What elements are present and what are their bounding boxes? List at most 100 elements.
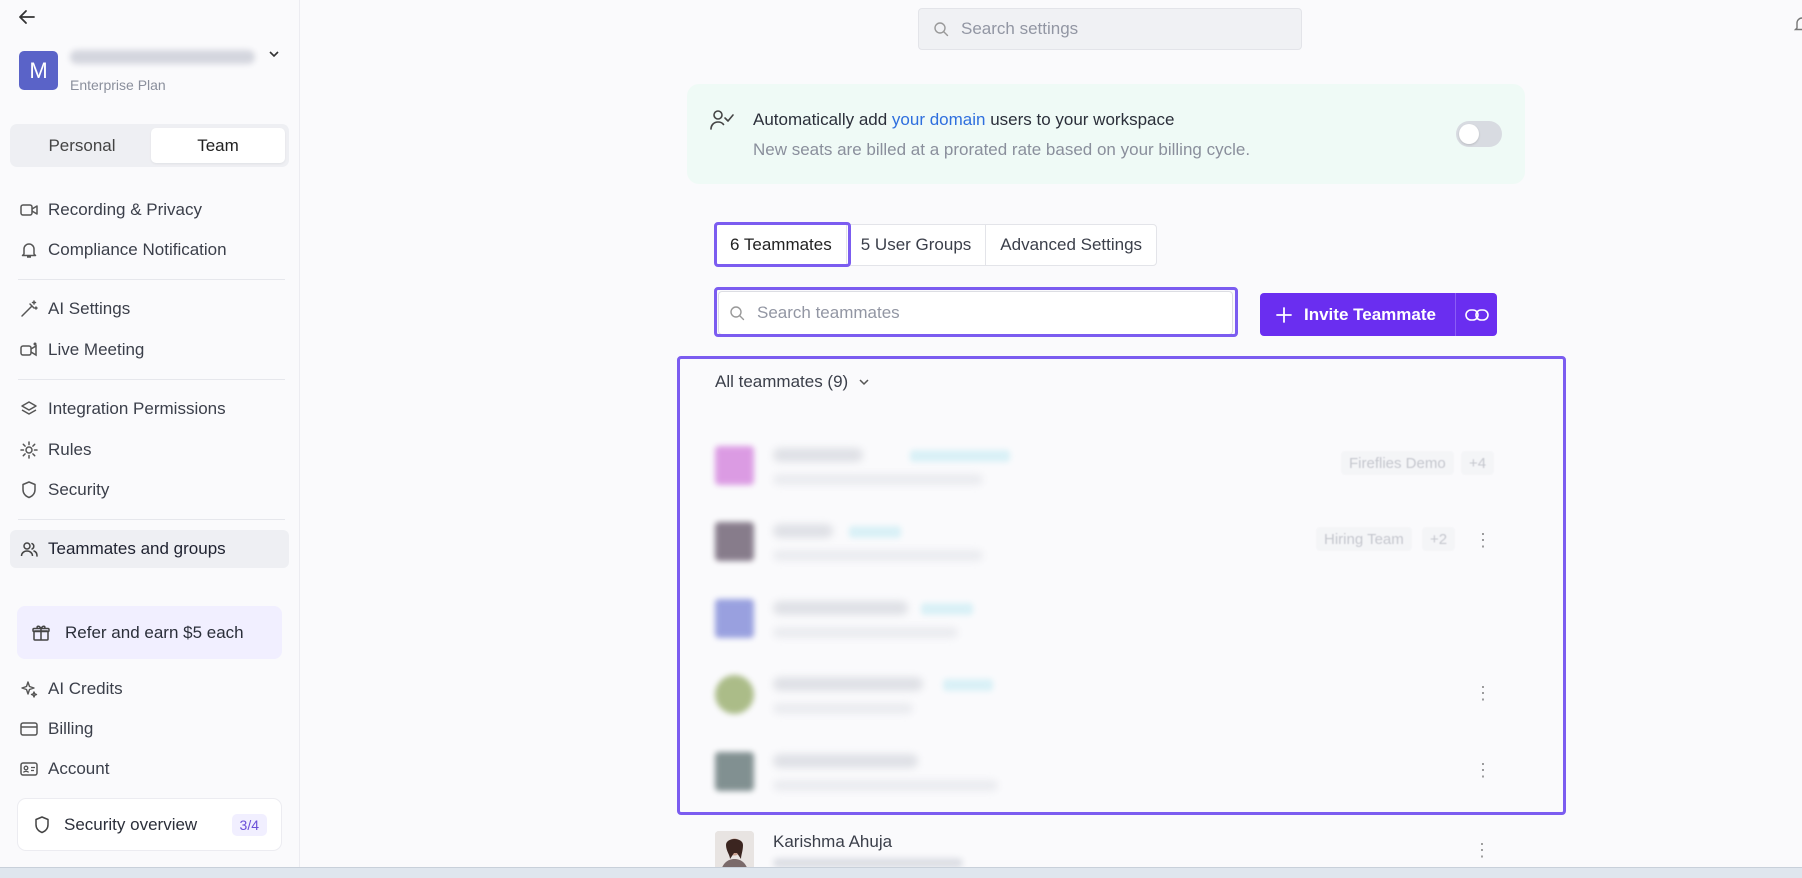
teammate-email-blurred	[773, 780, 998, 791]
table-row[interactable]: ⋮	[715, 667, 1501, 729]
auto-add-toggle[interactable]	[1456, 121, 1502, 147]
segment-team[interactable]: Team	[151, 128, 285, 163]
bell-icon	[19, 240, 39, 260]
tab-advanced-settings[interactable]: Advanced Settings	[986, 225, 1156, 265]
account-email-blurred[interactable]	[70, 50, 255, 64]
user-check-icon	[709, 108, 735, 137]
teammate-search-input[interactable]	[755, 302, 1195, 324]
sidebar-item-label: AI Settings	[48, 299, 131, 318]
more-options-icon[interactable]: ⋮	[1473, 758, 1493, 782]
all-teammates-label: All teammates (9)	[715, 372, 849, 391]
table-row[interactable]	[715, 591, 1501, 653]
sidebar-item-teammates-groups[interactable]: Teammates and groups	[10, 530, 289, 568]
sidebar-item-billing[interactable]: Billing	[10, 710, 289, 748]
banner-title-prefix: Automatically add	[753, 110, 892, 129]
chevron-down-icon[interactable]	[268, 48, 280, 63]
personal-team-switch: Personal Team	[10, 124, 289, 167]
sparkle-icon	[19, 679, 39, 699]
invite-teammate-label: Invite Teammate	[1304, 304, 1436, 324]
account-avatar[interactable]: M	[19, 51, 58, 90]
your-domain-link[interactable]: your domain	[892, 110, 986, 129]
teammate-search[interactable]	[718, 291, 1233, 335]
invite-teammate-button[interactable]: Invite Teammate	[1260, 293, 1497, 336]
avatar	[715, 599, 754, 638]
banner-title-suffix: users to your workspace	[985, 110, 1175, 129]
sidebar-item-label: Recording & Privacy	[48, 200, 203, 219]
avatar	[715, 675, 754, 714]
plus-icon	[1276, 306, 1292, 323]
sidebar-item-ai-credits[interactable]: AI Credits	[10, 670, 289, 708]
sidebar-item-ai-settings[interactable]: AI Settings	[10, 290, 289, 328]
sidebar-item-security[interactable]: Security	[10, 471, 289, 509]
banner-subtitle: New seats are billed at a prorated rate …	[753, 140, 1251, 159]
chevron-down-icon	[858, 376, 870, 388]
notification-bell-icon[interactable]	[1790, 14, 1802, 39]
tab-user-groups[interactable]: 5 User Groups	[847, 225, 987, 265]
teammate-email-blurred	[773, 474, 983, 485]
layers-icon	[19, 399, 39, 419]
segment-personal[interactable]: Personal	[14, 128, 150, 163]
teammate-email-blurred	[773, 550, 983, 561]
group-count-tag: +4	[1461, 451, 1495, 475]
shield-icon	[32, 815, 52, 835]
more-options-icon[interactable]: ⋮	[1473, 681, 1493, 705]
sidebar-item-label: AI Credits	[48, 679, 123, 698]
role-badge-blurred	[910, 450, 1010, 462]
table-row[interactable]: ⋮	[715, 744, 1501, 806]
sidebar-item-label: Live Meeting	[48, 340, 145, 359]
auto-add-domain-banner: Automatically add your domain users to y…	[687, 84, 1525, 184]
avatar	[715, 446, 754, 485]
sidebar-item-label: Security	[48, 480, 110, 499]
users-icon	[19, 539, 39, 559]
tab-teammates[interactable]: 6 Teammates	[716, 225, 847, 265]
teammate-email-blurred	[773, 627, 958, 638]
link-icon[interactable]	[1456, 293, 1497, 336]
banner-title: Automatically add your domain users to y…	[753, 110, 1174, 130]
security-overview-card[interactable]: Security overview 3/4	[17, 798, 282, 851]
sidebar-item-label: Billing	[48, 719, 94, 738]
sidebar-item-account[interactable]: Account	[10, 750, 289, 788]
sidebar-item-label: Account	[48, 759, 110, 778]
group-tag: Fireflies Demo	[1341, 451, 1454, 475]
table-row[interactable]: Hiring Team +2 ⋮	[715, 514, 1501, 576]
all-teammates-dropdown[interactable]: All teammates (9)	[715, 372, 870, 392]
sidebar-item-live-meeting[interactable]: Live Meeting	[10, 331, 289, 369]
teammate-name: Karishma Ahuja	[773, 832, 893, 851]
search-icon	[933, 21, 949, 37]
toggle-knob	[1459, 124, 1479, 144]
sidebar-item-integration-permissions[interactable]: Integration Permissions	[10, 390, 289, 428]
search-icon	[729, 305, 745, 321]
teammate-name-blurred	[773, 524, 833, 538]
sidebar-item-recording-privacy[interactable]: Recording & Privacy	[10, 191, 289, 229]
more-options-icon[interactable]: ⋮	[1473, 840, 1491, 861]
security-overview-badge: 3/4	[231, 813, 267, 836]
sidebar-item-label: Compliance Notification	[48, 240, 227, 259]
sidebar-item-label: Rules	[48, 440, 92, 459]
credit-card-icon	[19, 719, 39, 739]
group-tag: Hiring Team	[1316, 527, 1412, 551]
shield-icon	[19, 480, 39, 500]
divider	[18, 519, 285, 520]
sidebar-item-label: Teammates and groups	[48, 539, 226, 558]
divider	[18, 279, 285, 280]
teammate-name-blurred	[773, 601, 908, 615]
teammate-name-blurred	[773, 754, 918, 768]
gift-icon	[31, 623, 51, 643]
video-icon	[19, 200, 39, 220]
teammate-email-blurred	[773, 703, 913, 714]
back-arrow-icon[interactable]	[18, 8, 36, 32]
settings-search[interactable]	[918, 8, 1302, 50]
role-badge-blurred	[943, 679, 993, 691]
more-options-icon[interactable]: ⋮	[1473, 528, 1493, 552]
table-row[interactable]: Fireflies Demo +4	[715, 438, 1501, 500]
refer-earn-button[interactable]: Refer and earn $5 each	[17, 606, 282, 659]
avatar	[715, 752, 754, 791]
security-overview-label: Security overview	[64, 814, 198, 834]
sidebar-item-label: Integration Permissions	[48, 399, 226, 418]
group-count-tag: +2	[1422, 527, 1456, 551]
sidebar-item-compliance-notification[interactable]: Compliance Notification	[10, 231, 289, 269]
teammate-name-blurred	[773, 448, 863, 462]
sidebar-item-rules[interactable]: Rules	[10, 431, 289, 469]
role-badge-blurred	[921, 603, 973, 615]
settings-search-input[interactable]	[959, 18, 1279, 40]
